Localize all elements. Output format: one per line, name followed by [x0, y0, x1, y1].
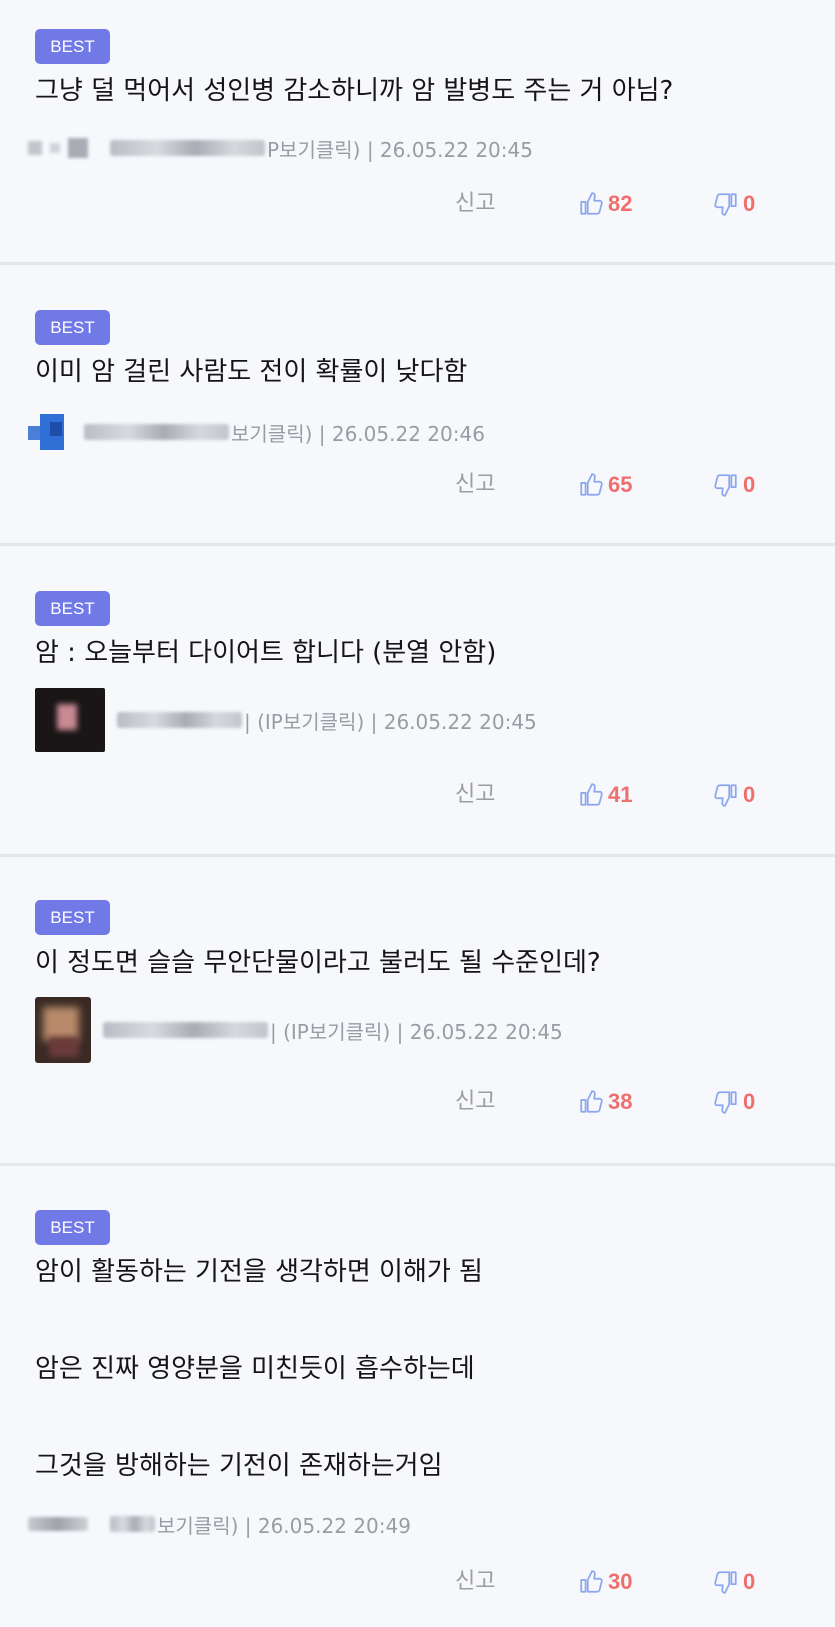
like-count: 30 — [608, 1569, 633, 1594]
dislike-count: 0 — [743, 472, 756, 497]
dislike-button[interactable]: 0 — [713, 465, 755, 505]
dislike-count: 0 — [743, 782, 756, 807]
like-button[interactable]: 41 — [578, 775, 632, 815]
comment-meta: 보기클릭) | 26.05.22 20:46 — [28, 410, 485, 454]
comment-text: 그냥 덜 먹어서 성인병 감소하니까 암 발병도 주는 거 아님? — [35, 76, 674, 106]
best-badge: BEST — [35, 1210, 110, 1245]
comment-text: 이미 암 걸린 사람도 전이 확률이 낮다함 — [35, 357, 468, 387]
comment-meta-text: 보기클릭) | 26.05.22 20:49 — [157, 1513, 411, 1538]
thumbs-down-icon — [714, 193, 737, 216]
thumbs-down-icon — [714, 1091, 737, 1114]
dislike-button[interactable]: 0 — [713, 775, 755, 815]
avatar[interactable] — [28, 410, 72, 454]
comment-meta-text: P보기클릭) | 26.05.22 20:45 — [267, 137, 533, 162]
blurred-nickname — [84, 424, 229, 440]
thumbs-up-icon — [580, 1570, 603, 1593]
comment-actions: 신고 65 0 — [0, 465, 835, 505]
thumbs-down-icon — [714, 1571, 737, 1594]
comment-item: BEST 암 : 오늘부터 다이어트 합니다 (분열 안함) | (IP보기클릭… — [0, 546, 835, 857]
comment-actions: 신고 38 0 — [0, 1082, 835, 1122]
best-badge: BEST — [35, 29, 110, 64]
like-button[interactable]: 38 — [578, 1082, 632, 1122]
comment-meta-text: 보기클릭) | 26.05.22 20:46 — [231, 421, 485, 446]
thumbs-up-icon — [580, 473, 603, 496]
blurred-nickname — [103, 1022, 268, 1038]
report-button[interactable]: 신고 — [455, 184, 495, 224]
comment-text: 이 정도면 슬슬 무안단물이라고 불러도 될 수준인데? — [35, 948, 601, 978]
thumbs-up-icon — [580, 192, 603, 215]
best-badge: BEST — [35, 310, 110, 345]
dislike-button[interactable]: 0 — [713, 184, 755, 224]
report-button[interactable]: 신고 — [455, 1082, 495, 1122]
comment-text: 암 : 오늘부터 다이어트 합니다 (분열 안함) — [35, 638, 497, 668]
comment-text-line: 암은 진짜 영양분을 미친듯이 흡수하는데 — [35, 1354, 475, 1384]
comment-meta: P보기클릭) | 26.05.22 20:45 — [28, 126, 533, 170]
comment-text-line: 그것을 방해하는 기전이 존재하는거임 — [35, 1451, 443, 1481]
thumbs-up-icon — [580, 783, 603, 806]
blurred-nickname — [110, 1516, 155, 1532]
dislike-count: 0 — [743, 1569, 756, 1594]
dislike-count: 0 — [743, 191, 756, 216]
comment-actions: 신고 82 0 — [0, 184, 835, 224]
like-count: 41 — [608, 782, 633, 807]
comment-item: BEST 이미 암 걸린 사람도 전이 확률이 낮다함 보기클릭) | 26.0… — [0, 265, 835, 546]
thumbs-down-icon — [714, 474, 737, 497]
avatar[interactable] — [28, 1502, 98, 1546]
avatar[interactable] — [28, 126, 98, 170]
comment-meta-text: | (IP보기클릭) | 26.05.22 20:45 — [270, 1019, 563, 1044]
report-button[interactable]: 신고 — [455, 1562, 495, 1602]
comment-actions: 신고 30 0 — [0, 1562, 835, 1602]
avatar[interactable] — [35, 997, 91, 1063]
like-count: 82 — [608, 191, 633, 216]
dislike-count: 0 — [743, 1089, 756, 1114]
like-button[interactable]: 82 — [578, 184, 632, 224]
comment-actions: 신고 41 0 — [0, 775, 835, 815]
comment-item: BEST 이 정도면 슬슬 무안단물이라고 불러도 될 수준인데? | (IP보… — [0, 857, 835, 1166]
comment-meta-text: | (IP보기클릭) | 26.05.22 20:45 — [244, 709, 537, 734]
comment-item: BEST 암이 활동하는 기전을 생각하면 이해가 됨 암은 진짜 영양분을 미… — [0, 1166, 835, 1627]
report-button[interactable]: 신고 — [455, 775, 495, 815]
comment-meta: | (IP보기클릭) | 26.05.22 20:45 — [28, 997, 563, 1063]
thumbs-down-icon — [714, 784, 737, 807]
comment-meta: | (IP보기클릭) | 26.05.22 20:45 — [28, 688, 537, 752]
comment-text-line: 암이 활동하는 기전을 생각하면 이해가 됨 — [35, 1257, 483, 1287]
blurred-nickname — [117, 712, 242, 728]
dislike-button[interactable]: 0 — [713, 1082, 755, 1122]
best-badge: BEST — [35, 591, 110, 626]
best-badge: BEST — [35, 900, 110, 935]
blurred-nickname — [110, 140, 265, 156]
dislike-button[interactable]: 0 — [713, 1562, 755, 1602]
avatar[interactable] — [35, 688, 105, 752]
like-count: 65 — [608, 472, 633, 497]
comment-meta: 보기클릭) | 26.05.22 20:49 — [28, 1502, 411, 1546]
like-count: 38 — [608, 1089, 633, 1114]
report-button[interactable]: 신고 — [455, 465, 495, 505]
thumbs-up-icon — [580, 1090, 603, 1113]
like-button[interactable]: 30 — [578, 1562, 632, 1602]
like-button[interactable]: 65 — [578, 465, 632, 505]
comment-item: BEST 그냥 덜 먹어서 성인병 감소하니까 암 발병도 주는 거 아님? P… — [0, 0, 835, 265]
